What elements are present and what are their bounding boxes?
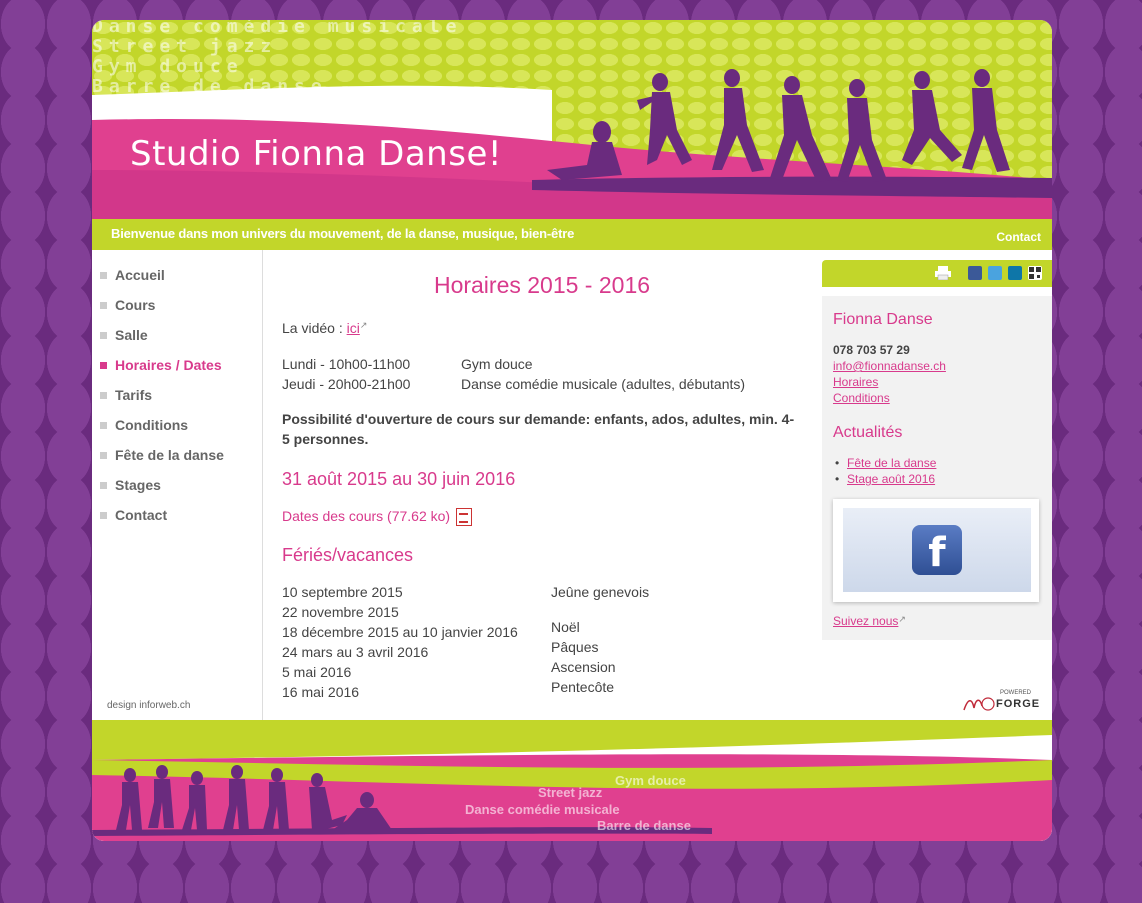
video-label: La vidéo :: [282, 320, 347, 336]
video-line: La vidéo : ici↗: [282, 320, 367, 336]
news-item-fete-de-la-danse[interactable]: Fête de la danse: [847, 456, 936, 470]
share-toolbar: [822, 260, 1052, 287]
powered-label: POWERED: [1000, 690, 1032, 696]
welcome-bar: Bienvenue dans mon univers du mouvement,…: [92, 219, 1052, 250]
webforge-logo[interactable]: POWERED FORGE: [962, 690, 1039, 714]
nav-item-label: Accueil: [115, 267, 165, 283]
sidebar-link-conditions[interactable]: Conditions: [833, 391, 890, 405]
header-banner: Danse comédie musicale Street jazz Gym d…: [92, 20, 1052, 220]
nav-item-label: Fête de la danse: [115, 447, 224, 463]
nav-item-conditions[interactable]: Conditions: [100, 417, 188, 433]
welcome-text: Bienvenue dans mon univers du mouvement,…: [111, 226, 575, 241]
nav-item-label: Conditions: [115, 417, 189, 433]
external-link-icon: ↗: [898, 614, 906, 624]
holiday-date: 22 novembre 2015: [282, 604, 399, 620]
holidays-heading: Fériés/vacances: [282, 545, 414, 565]
main-content: Horaires 2015 - 2016 La vidéo : ici↗ Lun…: [262, 250, 807, 720]
nav-item-label: Tarifs: [115, 387, 153, 403]
email-link[interactable]: info@fionnadanse.ch: [833, 359, 946, 373]
left-navigation: Accueil Cours Salle Horaires / Dates Tar…: [92, 250, 263, 720]
bullet-square-icon: [100, 301, 107, 309]
holiday-name: Jeûne genevois: [551, 584, 650, 600]
footer-dancers-illustration: [116, 765, 392, 830]
bullet-square-icon: [100, 421, 107, 429]
nav-item-label: Contact: [115, 507, 168, 523]
facebook-logo-icon: f: [912, 525, 962, 576]
schedule-course: Danse comédie musicale (adultes, débutan…: [461, 376, 746, 392]
note-line-1: Possibilité d'ouverture de cours sur dem…: [282, 411, 795, 427]
holiday-date: 16 mai 2016: [282, 684, 360, 700]
dates-pdf-link[interactable]: Dates des cours (77.62 ko): [282, 508, 450, 524]
nav-item-stages[interactable]: Stages: [100, 477, 161, 493]
nav-item-label: Stages: [115, 477, 161, 493]
holiday-date: 24 mars au 3 avril 2016: [282, 644, 429, 660]
schedule-course: Gym douce: [461, 356, 533, 372]
nav-item-contact[interactable]: Contact: [100, 507, 167, 523]
qr-code-icon[interactable]: [1028, 266, 1042, 280]
bullet-square-icon: [100, 391, 107, 399]
follow-us-row: Suivez nous↗: [833, 614, 906, 628]
print-icon[interactable]: [935, 266, 951, 280]
nav-item-horaires-dates[interactable]: Horaires / Dates: [100, 357, 222, 373]
holiday-date: 10 septembre 2015: [282, 584, 403, 600]
footer-word: Gym douce: [615, 773, 686, 788]
footer-word: Danse comédie musicale: [465, 802, 620, 817]
holiday-name: Pâques: [551, 639, 599, 655]
dancers-silhouette-illustration: [547, 69, 1010, 182]
news-item-stage-aout-2016[interactable]: Stage août 2016: [847, 472, 935, 486]
external-link-icon: ↗: [359, 320, 368, 330]
sidebar-link-horaires[interactable]: Horaires: [833, 375, 878, 389]
schedule-time: Jeudi - 20h00-21h00: [282, 376, 411, 392]
bullet-square-icon: [100, 271, 107, 279]
follow-us-link[interactable]: Suivez nous: [833, 614, 898, 628]
news-bullet-icon: •: [835, 456, 840, 470]
bullet-square-icon: [100, 511, 107, 519]
site-title: Studio Fionna Danse!: [130, 134, 502, 174]
nav-item-salle[interactable]: Salle: [100, 327, 148, 343]
pdf-file-icon[interactable]: [456, 508, 473, 527]
page-title: Horaires 2015 - 2016: [433, 272, 651, 298]
holiday-name: Ascension: [551, 659, 616, 675]
nav-item-label: Cours: [115, 297, 156, 313]
schedule-time: Lundi - 10h00-11h00: [282, 356, 411, 372]
design-credit[interactable]: design inforweb.ch: [107, 700, 190, 711]
nav-item-accueil[interactable]: Accueil: [100, 267, 165, 283]
nav-item-label: Salle: [115, 327, 148, 343]
dates-download-row: Dates des cours (77.62 ko): [282, 508, 473, 527]
footer-banner: Gym douce Street jazz Danse comédie musi…: [92, 720, 1052, 841]
bullet-square-icon: [100, 481, 107, 489]
holiday-date: 18 décembre 2015 au 10 janvier 2016: [282, 624, 518, 640]
holiday-name: Noël: [551, 619, 580, 635]
sidebar-name-heading: Fionna Danse: [833, 311, 933, 328]
period-heading: 31 août 2015 au 30 juin 2016: [282, 469, 516, 489]
page-container: Danse comédie musicale Street jazz Gym d…: [92, 20, 1052, 841]
video-link[interactable]: ici: [347, 320, 360, 336]
facebook-share-icon[interactable]: [968, 266, 982, 280]
forge-label: FORGE: [996, 698, 1041, 710]
bullet-square-icon: [100, 361, 107, 369]
header-contact-link[interactable]: Contact: [996, 230, 1041, 244]
nav-item-fete-de-la-danse[interactable]: Fête de la danse: [100, 447, 224, 463]
bullet-square-icon: [100, 331, 107, 339]
news-bullet-icon: •: [835, 472, 840, 486]
news-heading: Actualités: [833, 424, 903, 441]
holiday-date: 5 mai 2016: [282, 664, 352, 680]
phone-number: 078 703 57 29: [833, 343, 910, 357]
note-line-2: 5 personnes.: [282, 431, 369, 447]
holiday-name: Pentecôte: [551, 679, 615, 695]
nav-item-cours[interactable]: Cours: [100, 297, 155, 313]
footer-word: Barre de danse: [597, 818, 691, 833]
contact-info-box: Fionna Danse 078 703 57 29 info@fionnada…: [822, 296, 1052, 640]
bullet-square-icon: [100, 451, 107, 459]
footer-word: Street jazz: [538, 785, 603, 800]
facebook-banner: f: [843, 508, 1031, 592]
facebook-card[interactable]: f: [833, 499, 1039, 602]
nav-item-tarifs[interactable]: Tarifs: [100, 387, 152, 403]
nav-item-label: Horaires / Dates: [115, 357, 222, 373]
linkedin-share-icon[interactable]: [1008, 266, 1022, 280]
twitter-share-icon[interactable]: [988, 266, 1002, 280]
